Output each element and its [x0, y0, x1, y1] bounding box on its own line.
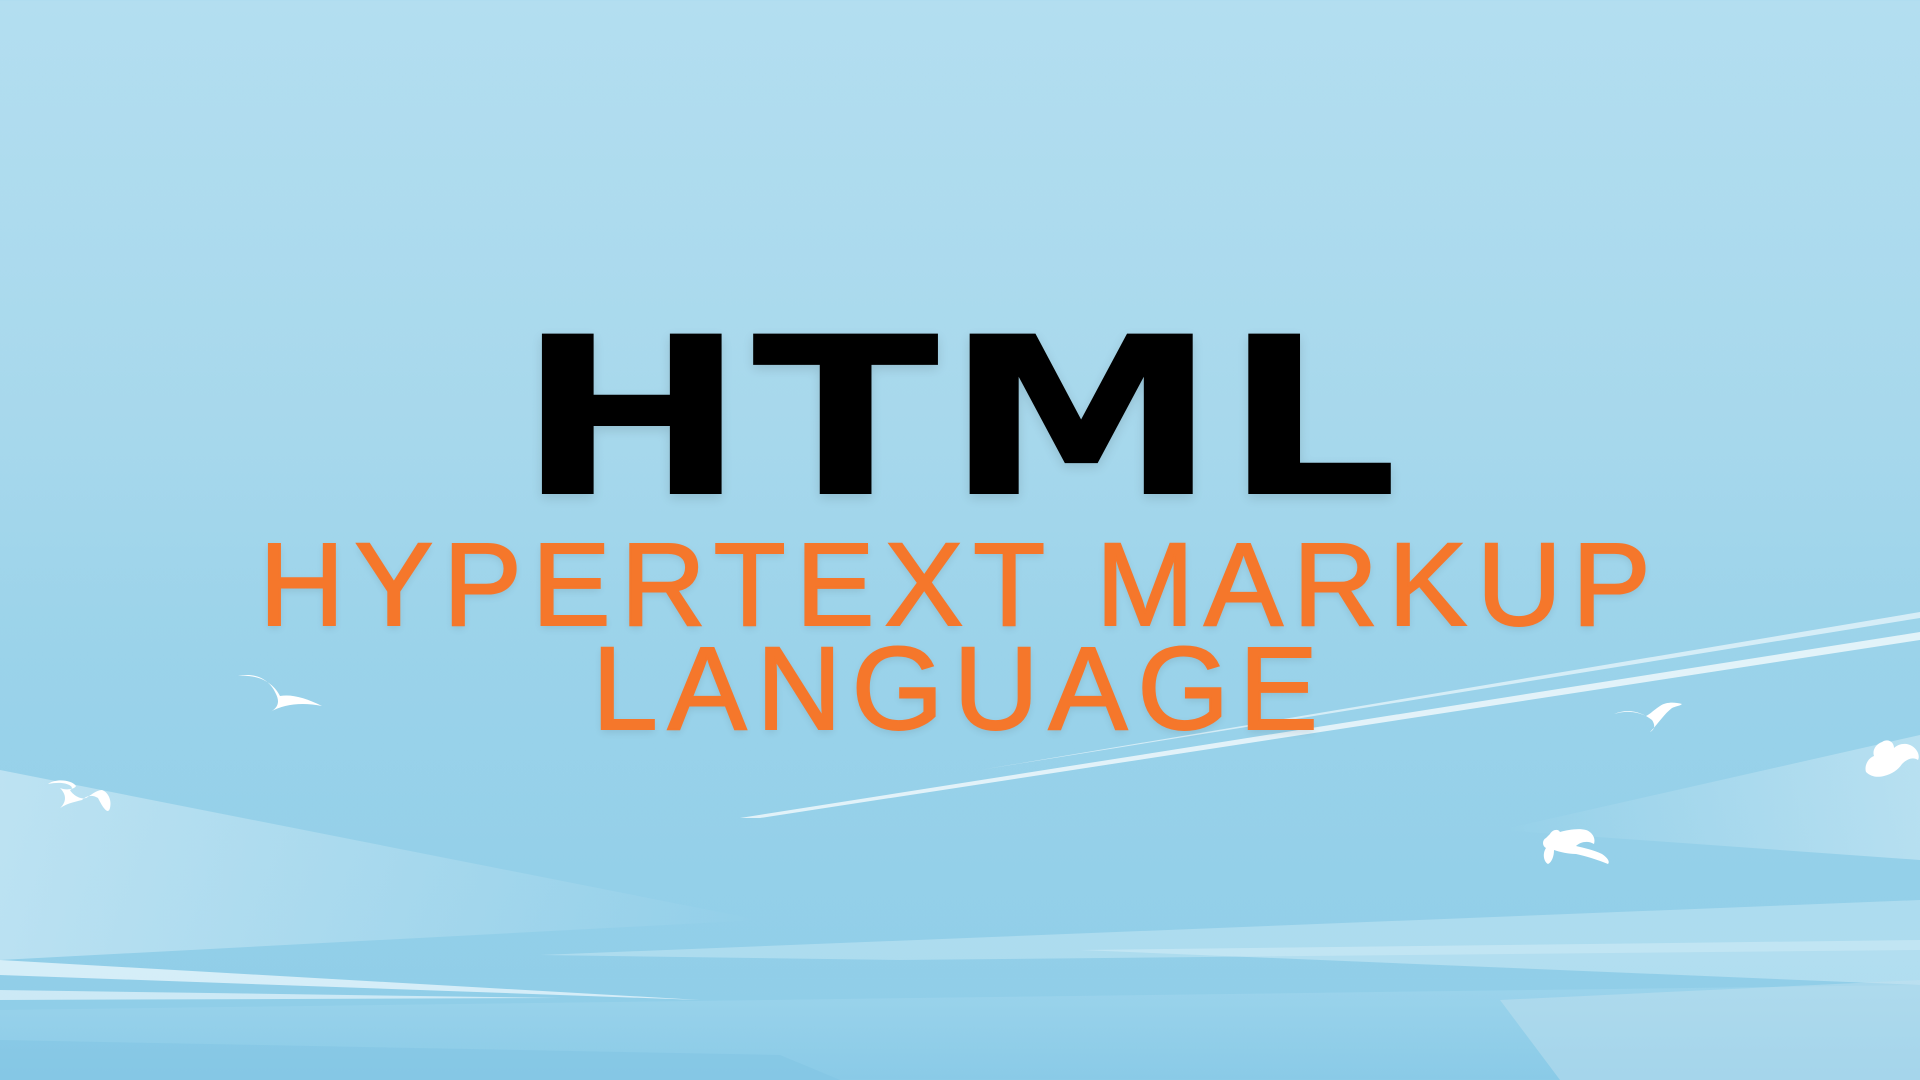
bird-icon	[238, 674, 322, 712]
subtitle-line-1: HYPERTEXT MARKUP	[258, 519, 1661, 651]
bird-icon	[1865, 740, 1919, 777]
main-title: HTML	[516, 290, 1404, 546]
banner: HTML HYPERTEXT MARKUP LANGUAGE	[0, 0, 1920, 1080]
bird-icon	[1614, 702, 1682, 732]
bird-icon	[1543, 829, 1609, 864]
bird-icon	[48, 780, 111, 811]
